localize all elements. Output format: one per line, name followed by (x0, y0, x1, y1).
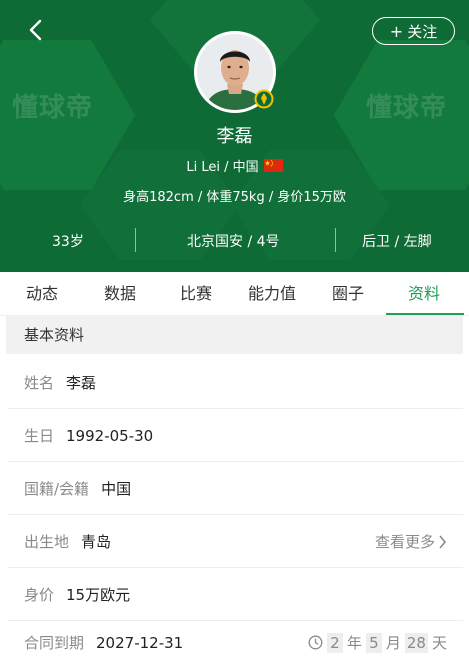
club-badge-icon (254, 89, 274, 109)
position-foot: 后卫 / 左脚 (362, 234, 432, 250)
watermark-logo: 懂球帝 (12, 93, 94, 123)
row-value: 中国 (101, 480, 132, 498)
profile-row-nationality: 国籍/会籍 中国 (0, 462, 469, 515)
plus-icon: + (389, 21, 404, 41)
see-more-link[interactable]: 查看更多 (375, 531, 447, 552)
row-label: 身价 (24, 586, 55, 604)
tab-data[interactable]: 数据 (104, 272, 136, 316)
row-label: 生日 (24, 427, 55, 445)
countdown-years: 2 (326, 632, 343, 653)
row-value: 1992-05-30 (66, 426, 154, 445)
player-header: 懂球帝 懂球帝 + 关注 李磊 Li Lei / 中国 身高182cm / 体重… (0, 0, 469, 272)
tab-bar: 动态 数据 比赛 能力值 圈子 资料 (0, 272, 469, 316)
follow-button[interactable]: + 关注 (372, 17, 455, 45)
divider (135, 228, 136, 252)
row-label: 合同到期 (24, 634, 85, 652)
row-label: 国籍/会籍 (24, 480, 90, 498)
row-label: 出生地 (24, 533, 70, 551)
profile-row-birthplace: 出生地 青岛 查看更多 (0, 515, 469, 568)
profile-row-contract: 合同到期 2027-12-31 2 年 5 月 28 天 (0, 621, 469, 664)
divider (335, 228, 336, 252)
back-chevron-icon[interactable] (24, 18, 48, 42)
see-more-label: 查看更多 (374, 533, 435, 551)
player-name: 李磊 (216, 126, 253, 147)
clock-icon (308, 635, 323, 650)
tab-profile[interactable]: 资料 (408, 272, 440, 316)
club-number: 北京国安 / 4号 (187, 234, 280, 250)
countdown-month-unit: 月 (385, 634, 401, 652)
countdown-day-unit: 天 (431, 634, 447, 652)
row-label: 姓名 (24, 374, 55, 392)
player-origin: Li Lei / 中国 (0, 156, 469, 175)
countdown-months: 5 (365, 632, 382, 653)
section-title: 基本资料 (6, 316, 463, 354)
player-age: 33岁 (52, 234, 84, 250)
row-value: 李磊 (66, 374, 97, 392)
follow-label: 关注 (407, 22, 438, 41)
tab-ability[interactable]: 能力值 (248, 272, 296, 316)
active-tab-indicator (386, 313, 464, 315)
tab-circle[interactable]: 圈子 (332, 272, 364, 316)
row-value: 15万欧元 (66, 586, 131, 604)
countdown-days: 28 (404, 632, 428, 653)
row-value: 青岛 (81, 533, 112, 551)
tab-news[interactable]: 动态 (26, 272, 58, 316)
profile-row-name: 姓名 李磊 (0, 356, 469, 409)
contract-countdown: 2 年 5 月 28 天 (308, 632, 447, 653)
profile-row-value: 身价 15万欧元 (0, 568, 469, 621)
english-name-country: Li Lei / 中国 (186, 160, 259, 175)
body-stats: 身高182cm / 体重75kg / 身价15万欧 (123, 190, 346, 205)
china-flag-icon (263, 159, 283, 172)
tab-matches[interactable]: 比赛 (180, 272, 212, 316)
player-stats-row: 33岁 北京国安 / 4号 后卫 / 左脚 (0, 228, 469, 252)
profile-row-birthday: 生日 1992-05-30 (0, 409, 469, 462)
row-value: 2027-12-31 (96, 633, 184, 652)
countdown-year-unit: 年 (346, 634, 362, 652)
chevron-right-icon (439, 534, 447, 549)
watermark-logo: 懂球帝 (366, 93, 448, 123)
